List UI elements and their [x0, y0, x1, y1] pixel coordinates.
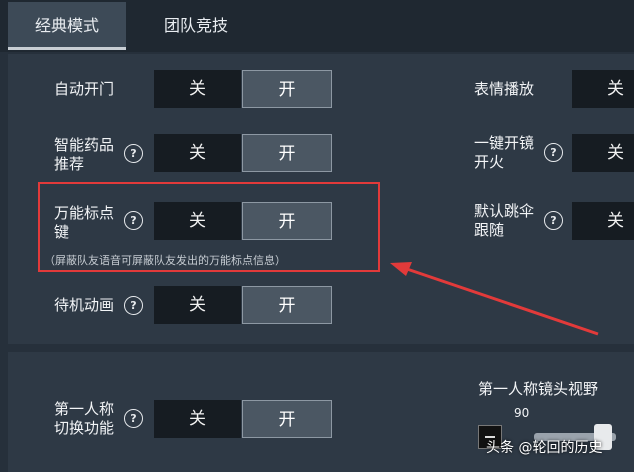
red-arrow-annotation	[390, 262, 599, 336]
watermark-text: 头条 @轮回的历史	[486, 440, 603, 456]
